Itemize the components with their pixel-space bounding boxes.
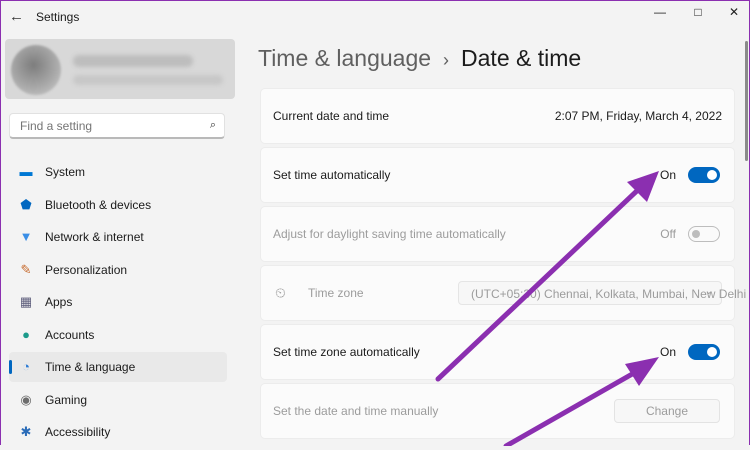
clock-globe-icon: ◔ [22, 359, 30, 374]
sidebar-item-gaming[interactable]: ◉ Gaming [9, 385, 227, 415]
gamepad-icon: ◉ [20, 391, 32, 407]
set-time-zone-auto-state: On [659, 345, 676, 359]
back-arrow-icon[interactable]: ← [9, 9, 25, 25]
search-icon[interactable]: ⌕ [210, 119, 216, 132]
sidebar-item-label: Accounts [45, 327, 95, 342]
search-box[interactable]: ⌕ [9, 113, 225, 139]
sidebar-item-label: System [45, 165, 86, 179]
breadcrumb-parent[interactable]: Time & language [258, 45, 431, 71]
chevron-down-icon: ⌄ [704, 286, 713, 297]
sidebar-item-accounts[interactable]: ● Accounts [9, 320, 227, 350]
sidebar-item-label: Accessibility [45, 425, 111, 439]
time-zone-card: ⏲ Time zone (UTC+05:30) Chennai, Kolkata… [260, 265, 746, 321]
daylight-saving-card: Adjust for daylight saving time automati… [260, 206, 735, 262]
accessibility-icon: ✱ [20, 424, 32, 439]
sidebar-item-bluetooth[interactable]: ⬟ Bluetooth & devices [9, 190, 227, 220]
brush-icon: ✎ [20, 261, 32, 277]
manual-date-time-card: Set the date and time manually Change [260, 383, 735, 439]
change-button[interactable]: Change [614, 399, 720, 423]
wifi-icon: ▼ [19, 229, 33, 244]
time-zone-icon: ⏲ [275, 284, 286, 301]
search-input[interactable] [18, 118, 202, 134]
set-time-auto-label: Set time automatically [273, 168, 391, 182]
set-time-zone-auto-label: Set time zone automatically [273, 345, 420, 359]
set-time-zone-auto-toggle[interactable] [688, 344, 720, 360]
time-zone-dropdown[interactable]: (UTC+05:30) Chennai, Kolkata, Mumbai, Ne… [458, 281, 746, 305]
close-icon[interactable]: ✕ [719, 5, 749, 21]
monitor-icon: ▬ [19, 164, 33, 179]
daylight-saving-toggle[interactable] [688, 226, 720, 242]
set-time-auto-toggle[interactable] [688, 167, 720, 183]
person-icon: ● [22, 326, 30, 342]
daylight-saving-state: Off [660, 227, 676, 241]
page-title: Date & time [461, 45, 582, 71]
sidebar-item-label: Bluetooth & devices [45, 197, 152, 212]
title-bar: ← Settings — □ ✕ [1, 1, 750, 35]
sidebar-item-label: Apps [45, 295, 73, 309]
daylight-saving-label: Adjust for daylight saving time automati… [273, 227, 506, 241]
scrollbar[interactable] [745, 41, 748, 161]
blurred-user-email [73, 75, 223, 85]
sidebar: ⌕ ▬ System ⬟ Bluetooth & devices ▼ Netwo… [1, 35, 241, 446]
manual-date-time-label: Set the date and time manually [273, 404, 439, 418]
window-title: Settings [36, 10, 80, 24]
time-zone-label: Time zone [308, 286, 364, 300]
avatar [11, 45, 61, 95]
chevron-right-icon: › [443, 50, 450, 70]
current-date-time-value: 2:07 PM, Friday, March 4, 2022 [554, 109, 722, 123]
sidebar-item-network[interactable]: ▼ Network & internet [9, 222, 227, 252]
current-date-time-label: Current date and time [273, 109, 390, 123]
sidebar-item-label: Gaming [45, 392, 88, 407]
user-profile[interactable] [5, 39, 235, 99]
minimize-icon[interactable]: — [645, 5, 675, 21]
sidebar-item-system[interactable]: ▬ System [9, 157, 227, 187]
set-time-zone-auto-card: Set time zone automatically On [260, 324, 735, 380]
sidebar-item-personalization[interactable]: ✎ Personalization [9, 255, 227, 285]
bluetooth-icon: ⬟ [20, 196, 32, 212]
sidebar-item-accessibility[interactable]: ✱ Accessibility [9, 417, 227, 447]
apps-icon: ▦ [19, 294, 33, 309]
breadcrumb: Time & language › Date & time [258, 45, 581, 72]
sidebar-item-apps[interactable]: ▦ Apps [9, 287, 227, 317]
blurred-user-name [73, 55, 193, 67]
set-time-auto-card: Set time automatically On [260, 147, 735, 203]
sidebar-nav: ▬ System ⬟ Bluetooth & devices ▼ Network… [9, 157, 227, 450]
sidebar-item-label: Personalization [45, 262, 128, 277]
sidebar-item-time-language[interactable]: ◔ Time & language [9, 352, 227, 382]
sidebar-item-label: Time & language [45, 360, 136, 374]
maximize-icon[interactable]: □ [683, 5, 713, 21]
current-date-time-card: Current date and time 2:07 PM, Friday, M… [260, 88, 735, 144]
set-time-auto-state: On [659, 168, 676, 182]
sidebar-item-label: Network & internet [45, 230, 144, 244]
